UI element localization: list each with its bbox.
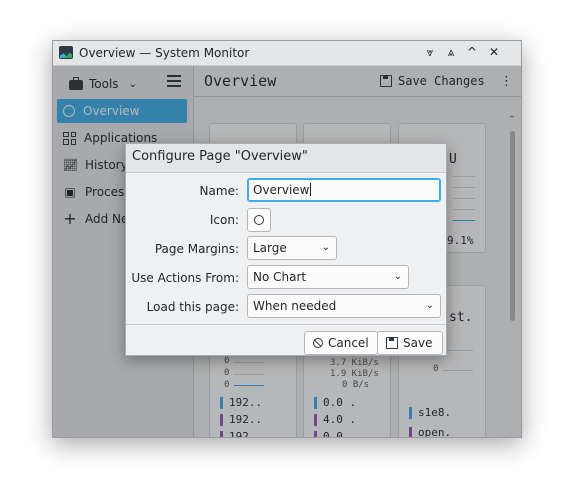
- page-margins-label: Page Margins:: [154, 242, 239, 256]
- configure-page-dialog: Configure Page "Overview" Name: Overview…: [125, 143, 447, 356]
- name-label: Name:: [199, 184, 239, 198]
- name-field[interactable]: Overview: [247, 178, 441, 202]
- chevron-down-icon: ⌄: [321, 242, 330, 253]
- page-margins-select[interactable]: Large ⌄: [247, 236, 337, 260]
- save-icon: [386, 337, 398, 349]
- title-bar[interactable]: Overview — System Monitor ⩔ ⩓ ^ ✕: [53, 41, 521, 66]
- close-window-button[interactable]: ✕: [486, 44, 502, 60]
- use-actions-value: No Chart: [253, 270, 307, 284]
- gauge-icon: [254, 215, 264, 225]
- maximize-button[interactable]: ^: [464, 44, 480, 60]
- dialog-title-bar[interactable]: Configure Page "Overview": [126, 144, 446, 173]
- name-value: Overview: [253, 183, 310, 197]
- icon-label: Icon:: [209, 213, 239, 227]
- cancel-label: Cancel: [328, 336, 369, 350]
- page-margins-value: Large: [253, 241, 287, 255]
- dialog-separator: [126, 324, 446, 325]
- keep-above-button[interactable]: ⩓: [443, 44, 459, 60]
- chevron-down-icon: ⌄: [425, 300, 434, 311]
- system-monitor-app-icon: [59, 46, 73, 59]
- dialog-title: Configure Page "Overview": [132, 149, 308, 164]
- use-actions-select[interactable]: No Chart ⌄: [247, 265, 409, 289]
- keep-below-button[interactable]: ⩔: [422, 44, 438, 60]
- icon-picker-button[interactable]: [247, 208, 271, 232]
- load-page-value: When needed: [253, 299, 337, 313]
- save-button[interactable]: Save: [377, 331, 443, 355]
- load-page-label: Load this page:: [146, 300, 239, 314]
- cancel-button[interactable]: Cancel: [304, 331, 378, 355]
- chevron-down-icon: ⌄: [393, 271, 402, 282]
- window-title: Overview — System Monitor: [79, 46, 250, 60]
- save-label: Save: [403, 336, 433, 350]
- cancel-icon: [313, 338, 323, 348]
- use-actions-label: Use Actions From:: [131, 271, 239, 285]
- load-page-select[interactable]: When needed ⌄: [247, 294, 441, 318]
